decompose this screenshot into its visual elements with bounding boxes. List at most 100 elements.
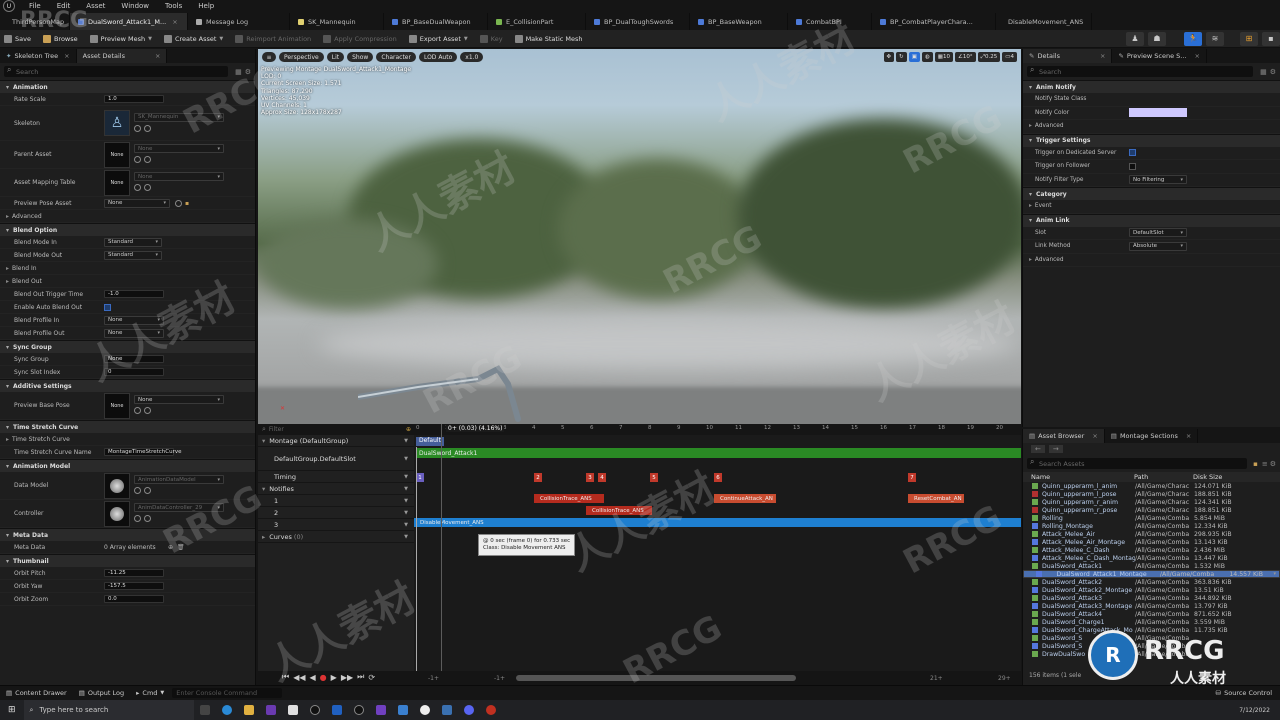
timing-marker[interactable]: 7 (908, 473, 916, 482)
browse-icon[interactable] (134, 184, 141, 191)
gear-icon[interactable]: ⚙ (1270, 460, 1276, 468)
forward-arrow-icon[interactable]: → (1048, 445, 1063, 453)
section-additive-settings[interactable]: Additive Settings (0, 379, 255, 392)
close-icon[interactable]: × (1194, 52, 1199, 60)
preview-base-picker[interactable]: None (134, 395, 224, 404)
column-disk-size[interactable]: Disk Size (1193, 473, 1222, 481)
visual-studio-icon[interactable] (375, 705, 386, 715)
collapse-icon[interactable]: ▾ (262, 485, 265, 493)
notify-bar[interactable]: CollisionTrace_ANS (534, 494, 604, 503)
asset-row[interactable]: DualSword_ChargeAttack_Mo/All/Game/Comba… (1023, 626, 1280, 634)
advanced-toggle[interactable]: ▸ Advanced (1023, 123, 1121, 129)
timing-marker[interactable]: 6 (714, 473, 722, 482)
timeline-filter-input[interactable]: Filter (269, 426, 406, 433)
timing-marker[interactable]: 3 (586, 473, 594, 482)
details-search-input[interactable]: Search (1027, 65, 1254, 77)
asset-row[interactable]: DualSword_Attack2_Montage/All/Game/Comba… (1023, 586, 1280, 594)
back-arrow-icon[interactable]: ← (1031, 445, 1045, 453)
create-asset-button[interactable]: Create Asset ▼ (163, 34, 223, 43)
advanced-toggle[interactable]: Advanced (0, 213, 104, 220)
recorder-icon[interactable] (485, 705, 496, 715)
preview-pose-picker[interactable]: None (104, 198, 170, 208)
notify-bar[interactable]: CollisionTrace_ANS (586, 506, 652, 515)
key-button[interactable]: Key (479, 34, 503, 43)
asset-row[interactable]: Attack_Melee_Air/All/Game/Comba 298.935 K… (1023, 530, 1280, 538)
section-category[interactable]: Category (1023, 187, 1280, 200)
record-icon[interactable]: ● (320, 673, 327, 682)
column-path[interactable]: Path (1134, 473, 1193, 481)
playback-speed-button[interactable]: x1.0 (460, 52, 484, 62)
view-options-icon[interactable]: ▦ (1260, 68, 1267, 76)
controller-picker[interactable]: AnimDataController_29 (134, 503, 224, 512)
timing-marker[interactable]: 1 (416, 473, 424, 482)
doc-tab[interactable]: BP_BaseDualWeapon (384, 13, 488, 30)
anim-segment[interactable]: DualSword_Attack1 (416, 448, 1021, 458)
blend-mode-in-select[interactable]: Standard (104, 237, 162, 247)
section-meta-data[interactable]: Meta Data (0, 528, 255, 541)
file-explorer-icon[interactable] (243, 705, 254, 715)
curves-track[interactable]: ▸ Curves (0) ▼ (258, 531, 414, 543)
lod-button[interactable]: LOD Auto (418, 52, 458, 62)
orbit-yaw-input[interactable]: -157.5 (104, 582, 164, 590)
chevron-down-icon[interactable]: ▼ (404, 438, 408, 444)
asset-row[interactable]: Quinn_upperarm_l_pose/All/Game/Charac 188… (1023, 490, 1280, 498)
source-control-button[interactable]: ⛁ Source Control (1216, 689, 1272, 697)
scale-snap-value[interactable]: ⤢ 0.25 (977, 52, 1001, 62)
asset-mapping-thumbnail[interactable]: None (104, 169, 130, 196)
asset-search-input[interactable]: Search Assets (1027, 457, 1248, 469)
folder-icon[interactable]: ▪ (185, 200, 189, 207)
store-icon[interactable] (331, 705, 342, 715)
use-selected-icon[interactable] (144, 156, 151, 163)
doc-tab[interactable]: E_CollisionPart (488, 13, 586, 30)
play-reverse-icon[interactable]: ◀ (310, 673, 316, 682)
controller-thumbnail[interactable] (104, 500, 130, 527)
browse-icon[interactable] (134, 124, 141, 132)
preview-base-thumbnail[interactable]: None (104, 392, 130, 419)
rotate-tool-icon[interactable]: ↻ (896, 52, 907, 62)
step-back-icon[interactable]: ◀◀ (293, 673, 305, 682)
advanced-toggle[interactable]: ▸ Advanced (1023, 257, 1121, 263)
close-icon[interactable]: × (64, 52, 69, 60)
browse-icon[interactable] (134, 487, 141, 494)
timeline-scrollbar[interactable] (516, 675, 796, 681)
asset-mapping-picker[interactable]: None (134, 172, 224, 181)
column-name[interactable]: Name (1023, 473, 1134, 481)
preview-mesh-button[interactable]: Preview Mesh ▼ (89, 34, 152, 43)
gear-icon[interactable]: ⚙ (245, 68, 251, 76)
discord-icon[interactable] (463, 705, 474, 715)
skip-to-start-icon[interactable]: ⏮ (282, 672, 289, 682)
filter-icon[interactable]: ≡ (1262, 460, 1268, 468)
timing-track[interactable]: Timing ▼ (258, 471, 414, 483)
auto-blend-checkbox[interactable] (104, 303, 111, 311)
close-icon[interactable]: × (1092, 432, 1097, 440)
content-drawer-button[interactable]: ▤ Content Drawer (6, 689, 67, 697)
task-view-icon[interactable] (199, 705, 210, 715)
browse-button[interactable]: Browse (42, 34, 78, 43)
montage-track[interactable]: ▾ Montage (DefaultGroup) ▼ (258, 435, 414, 447)
reimport-animation-button[interactable]: Reimport Animation (235, 34, 311, 43)
section-blend-option[interactable]: Blend Option (0, 223, 255, 236)
cmd-button[interactable]: ▸ Cmd ▼ (136, 689, 164, 697)
slot-track[interactable]: DefaultGroup.DefaultSlot ▼ (258, 447, 414, 471)
section-default-label[interactable]: Default (416, 437, 444, 446)
show-button[interactable]: Show (347, 52, 374, 62)
menu-tools[interactable]: Tools (157, 2, 190, 10)
asset-row[interactable]: Rolling/All/Game/Comba 5.854 MiB (1023, 514, 1280, 522)
notify-bar[interactable]: ResetCombat_AN (908, 494, 964, 503)
notepad-icon[interactable] (287, 705, 298, 715)
slot-select[interactable]: DefaultSlot (1129, 228, 1187, 238)
output-log-button[interactable]: ▤ Output Log (79, 689, 124, 697)
gear-icon[interactable]: ⚙ (1270, 68, 1276, 76)
section-sync-group[interactable]: Sync Group (0, 340, 255, 353)
loop-icon[interactable]: ⟳ (368, 673, 375, 682)
section-trigger-settings[interactable]: Trigger Settings (1023, 133, 1280, 147)
use-selected-icon[interactable] (144, 184, 151, 191)
export-asset-button[interactable]: Export Asset ▼ (408, 34, 468, 43)
grid-snap-value[interactable]: ▦ 10 (934, 52, 953, 62)
range-end[interactable]: 29+ (998, 675, 1011, 682)
chevron-down-icon[interactable]: ▼ (404, 522, 408, 528)
asset-row[interactable]: Attack_Melee_Air_Montage/All/Game/Comba 1… (1023, 538, 1280, 546)
sync-group-input[interactable]: None (104, 355, 164, 363)
blend-profile-in-select[interactable]: None (104, 315, 164, 325)
doc-tab[interactable]: BP_DualToughSwords (586, 13, 690, 30)
